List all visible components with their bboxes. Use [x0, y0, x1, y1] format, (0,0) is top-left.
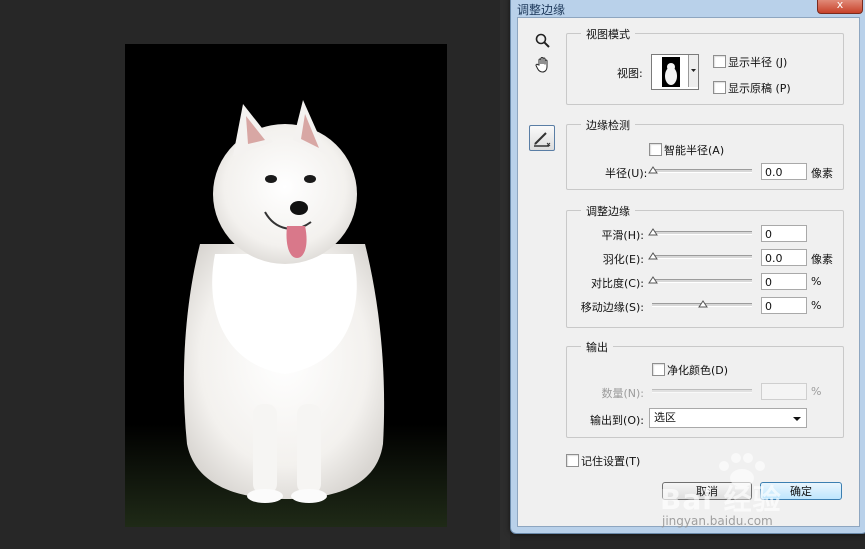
shift-edge-slider-thumb[interactable]: [698, 300, 708, 308]
radius-label: 半径(U):: [605, 167, 648, 180]
show-original-checkbox[interactable]: [713, 81, 726, 94]
chevron-down-icon: [793, 417, 801, 421]
refine-radius-brush-icon: [534, 132, 551, 147]
document-image-samoyed[interactable]: [125, 44, 447, 527]
amount-unit: %: [811, 385, 822, 398]
smooth-slider-thumb[interactable]: [648, 228, 658, 236]
view-label: 视图:: [617, 67, 643, 80]
view-dropdown-arrow: [688, 55, 698, 87]
show-radius-label: 显示半径 (J): [728, 56, 788, 69]
close-icon: x: [836, 0, 844, 11]
adjust-edge-label: 调整边缘: [581, 203, 635, 219]
decontaminate-colors-checkbox[interactable]: [652, 363, 665, 376]
show-radius-checkbox[interactable]: [713, 55, 726, 68]
refine-radius-tool[interactable]: [529, 125, 555, 151]
canvas-edge: [500, 0, 510, 549]
smart-radius-checkbox[interactable]: [649, 143, 662, 156]
view-mode-group: 视图模式: [566, 26, 844, 105]
edge-detection-label: 边缘检测: [581, 117, 635, 133]
dialog-title: 调整边缘: [517, 3, 566, 17]
contrast-unit: %: [811, 275, 822, 288]
view-preview-thumbnail: [654, 56, 688, 88]
contrast-slider[interactable]: [652, 279, 752, 283]
feather-slider[interactable]: [652, 255, 752, 259]
radius-unit: 像素: [811, 167, 833, 180]
radius-slider[interactable]: [652, 169, 752, 173]
remember-settings-checkbox[interactable]: [566, 454, 579, 467]
feather-label: 羽化(E):: [602, 253, 644, 266]
shift-edge-label: 移动边缘(S):: [580, 301, 644, 314]
view-mode-dropdown[interactable]: [651, 54, 699, 90]
amount-label: 数量(N):: [601, 387, 644, 400]
hand-icon[interactable]: [534, 56, 552, 74]
feather-input[interactable]: 0.0: [761, 249, 807, 266]
remember-settings-label: 记住设置(T): [581, 455, 641, 468]
samoyed-illustration: [125, 100, 447, 527]
output-label: 输出: [581, 339, 613, 355]
feather-unit: 像素: [811, 253, 833, 266]
smooth-input[interactable]: 0: [761, 225, 807, 242]
dialog-client: 视图模式 视图: 显示半径 (J) 显示原稿 (P) 边缘检测 智能半径(A) …: [517, 17, 860, 527]
smooth-label: 平滑(H):: [601, 229, 644, 242]
smooth-slider[interactable]: [652, 231, 752, 235]
smart-radius-label: 智能半径(A): [664, 144, 725, 157]
decontaminate-colors-label: 净化颜色(D): [667, 364, 729, 377]
cancel-button[interactable]: 取消: [662, 482, 752, 500]
contrast-label: 对比度(C):: [591, 277, 644, 290]
dialog-titlebar[interactable]: 调整边缘 x: [511, 0, 865, 17]
output-to-value: 选区: [654, 411, 676, 424]
canvas-area: [0, 0, 510, 549]
zoom-icon[interactable]: [534, 32, 552, 50]
amount-slider[interactable]: [652, 389, 752, 393]
output-to-select[interactable]: 选区: [649, 408, 807, 428]
show-original-label: 显示原稿 (P): [728, 82, 791, 95]
feather-slider-thumb[interactable]: [648, 252, 658, 260]
contrast-input[interactable]: 0: [761, 273, 807, 290]
refine-edge-dialog: 调整边缘 x 视图模式 视图: 显示半径 (J) 显示原稿 (P) 边缘检测 智…: [510, 0, 865, 534]
output-to-label: 输出到(O):: [590, 414, 644, 427]
shift-edge-unit: %: [811, 299, 822, 312]
shift-edge-input[interactable]: 0: [761, 297, 807, 314]
ok-button[interactable]: 确定: [760, 482, 842, 500]
view-mode-label: 视图模式: [581, 26, 635, 42]
radius-input[interactable]: 0.0: [761, 163, 807, 180]
close-button[interactable]: x: [817, 0, 863, 14]
amount-input[interactable]: [761, 383, 807, 400]
contrast-slider-thumb[interactable]: [648, 276, 658, 284]
radius-slider-thumb[interactable]: [648, 166, 658, 174]
chevron-down-icon: [691, 69, 696, 72]
